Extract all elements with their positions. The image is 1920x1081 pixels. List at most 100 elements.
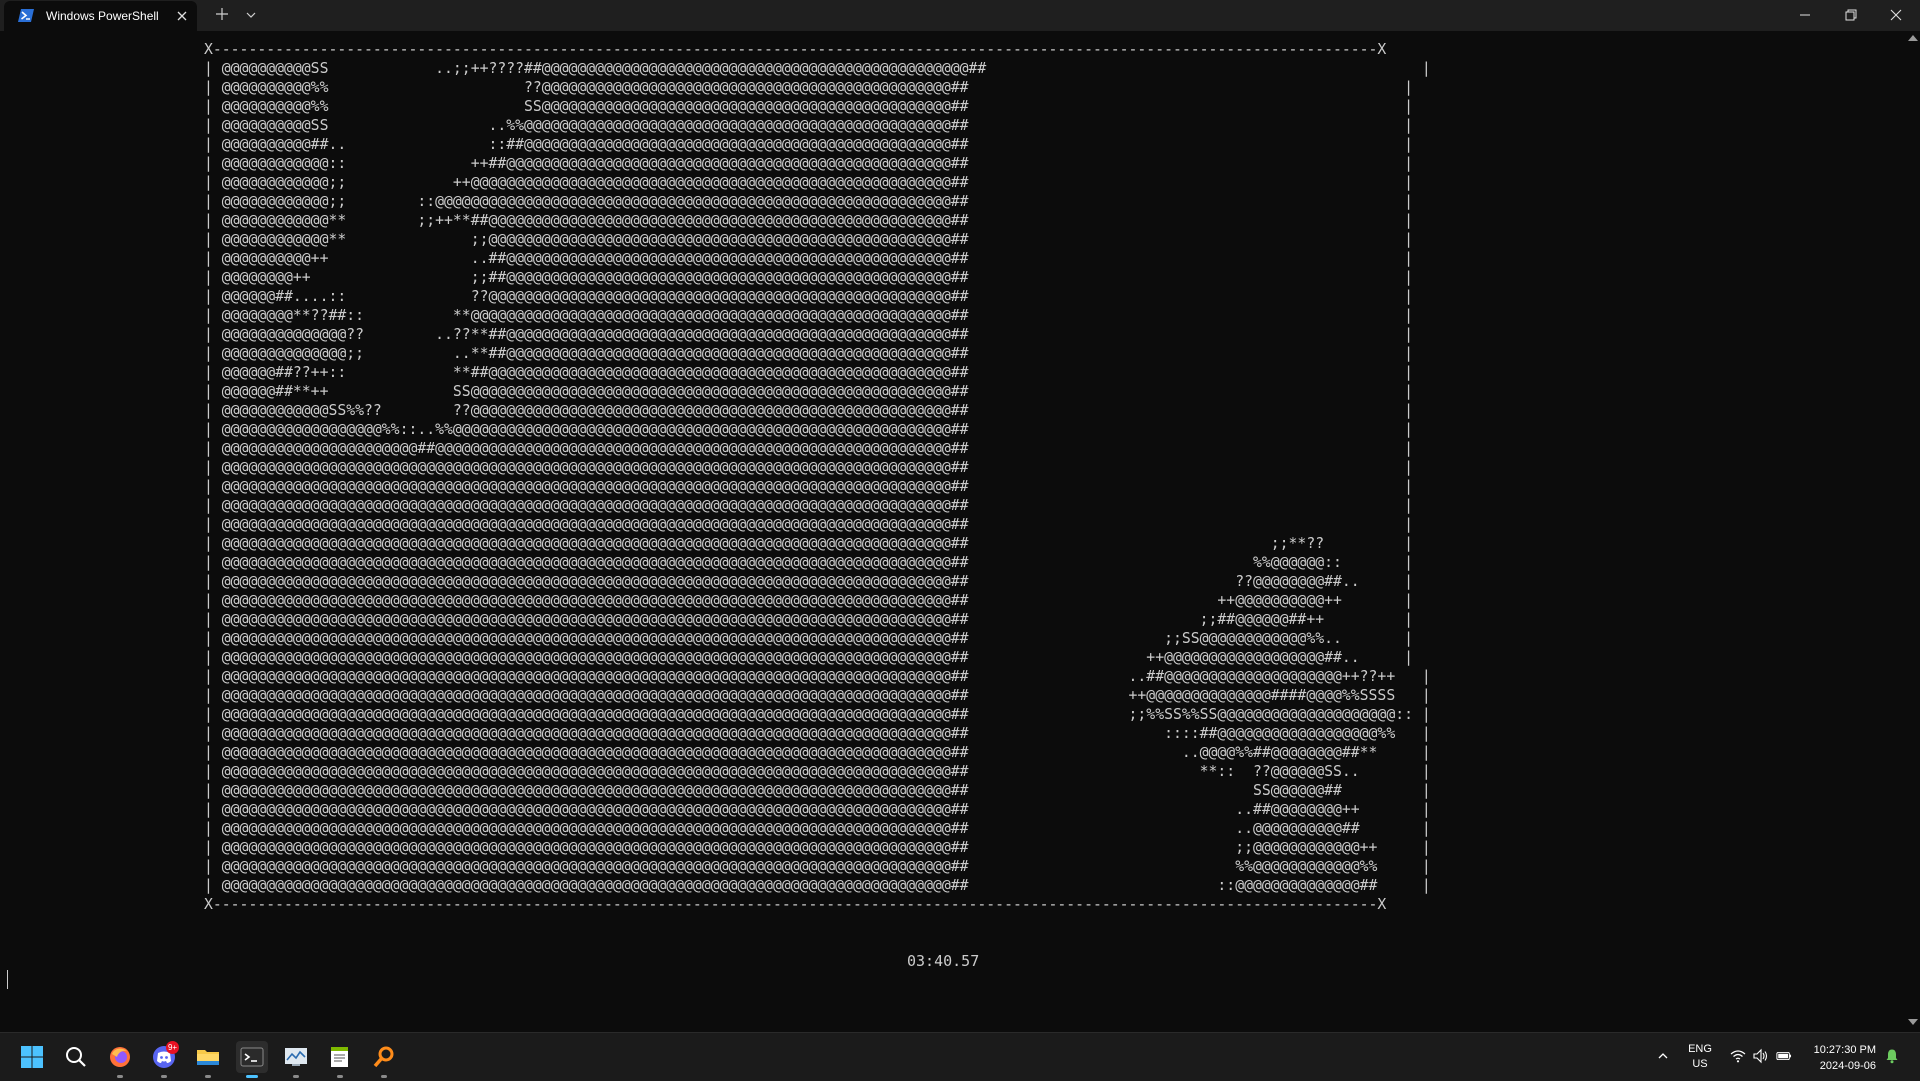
taskbar-file-explorer[interactable] bbox=[192, 1041, 224, 1078]
ascii-line: | @@@@@@@@@@@@@@@@@@@@@@@@@@@@@@@@@@@@@@… bbox=[204, 801, 1431, 818]
ascii-line: X---------------------------------------… bbox=[204, 41, 1387, 58]
clock-time: 10:27:30 PM bbox=[1813, 1044, 1876, 1056]
ascii-line: | @@@@@@@@@@@@@@@@@@@@@@##@@@@@@@@@@@@@@… bbox=[204, 440, 1413, 457]
input-language-indicator[interactable]: ENG US bbox=[1688, 1042, 1712, 1072]
ascii-line: | @@@@@@@@@@@@@@@@@@@@@@@@@@@@@@@@@@@@@@… bbox=[204, 858, 1431, 875]
folder-icon bbox=[197, 1050, 219, 1065]
ascii-line: | @@@@@@@@@@@@;; ::@@@@@@@@@@@@@@@@@@@@@… bbox=[204, 193, 1413, 210]
language-code: ENG bbox=[1688, 1043, 1712, 1055]
ascii-line: | @@@@@@@@**??##:: **@@@@@@@@@@@@@@@@@@@… bbox=[204, 307, 1413, 324]
ascii-line: | @@@@@@@@@@@@@@@@@@@@@@@@@@@@@@@@@@@@@@… bbox=[204, 839, 1431, 856]
ascii-line: | @@@@@@@@@@@@@@@@@@@@@@@@@@@@@@@@@@@@@@… bbox=[204, 573, 1413, 590]
ascii-line: | @@@@@@@@@@@@@@@@@@@@@@@@@@@@@@@@@@@@@@… bbox=[204, 554, 1413, 571]
elapsed-timer: 03:40.57 bbox=[907, 952, 980, 970]
battery-icon[interactable] bbox=[1776, 1048, 1792, 1064]
start-button[interactable] bbox=[16, 1041, 48, 1073]
ascii-line: | @@@@@@@@@@@@@@@@@@@@@@@@@@@@@@@@@@@@@@… bbox=[204, 782, 1431, 799]
close-window-icon[interactable] bbox=[1888, 7, 1904, 23]
ascii-line: | @@@@@@@@@@@@SS%%?? ??@@@@@@@@@@@@@@@@@… bbox=[204, 402, 1413, 419]
ascii-line: | @@@@@@@@@@%% ??@@@@@@@@@@@@@@@@@@@@@@@… bbox=[204, 79, 1413, 96]
clock[interactable]: 10:27:30 PM 2024-09-06 bbox=[1806, 1042, 1876, 1074]
ascii-art-frame: X---------------------------------------… bbox=[204, 40, 1431, 914]
ascii-line: | @@@@@@@@@@@@@@@@@@@@@@@@@@@@@@@@@@@@@@… bbox=[204, 478, 1413, 495]
ascii-line: | @@@@@@@@@@@@@@@@@@%%::..%%@@@@@@@@@@@@… bbox=[204, 421, 1413, 438]
tab-windows-powershell[interactable]: Windows PowerShell bbox=[4, 1, 197, 31]
ascii-line: | @@@@@@@@@@@@@@@@@@@@@@@@@@@@@@@@@@@@@@… bbox=[204, 649, 1413, 666]
taskbar-firefox[interactable] bbox=[104, 1041, 136, 1078]
ascii-line: | @@@@@@@@@@@@** ;;@@@@@@@@@@@@@@@@@@@@@… bbox=[204, 231, 1413, 248]
tab-title: Windows PowerShell bbox=[46, 9, 159, 23]
taskbar-discord[interactable]: 9+ bbox=[148, 1041, 180, 1078]
ascii-line: | @@@@@@@@@@@@@@@@@@@@@@@@@@@@@@@@@@@@@@… bbox=[204, 725, 1431, 742]
keyboard-layout: US bbox=[1692, 1058, 1708, 1070]
ascii-line: | @@@@@@@@@@##.. ::##@@@@@@@@@@@@@@@@@@@… bbox=[204, 136, 1413, 153]
monitor-chart-icon bbox=[285, 1048, 307, 1066]
text-cursor bbox=[7, 970, 8, 989]
clock-date: 2024-09-06 bbox=[1819, 1060, 1876, 1072]
volume-icon[interactable] bbox=[1752, 1048, 1768, 1064]
ascii-line: | @@@@@@@@@@@@;; ++@@@@@@@@@@@@@@@@@@@@@… bbox=[204, 174, 1413, 191]
ascii-line: | @@@@@@@@@@@@@@@@@@@@@@@@@@@@@@@@@@@@@@… bbox=[204, 877, 1431, 894]
running-indicator bbox=[161, 1075, 167, 1078]
ascii-line: | @@@@@@@@@@@@@@;; ..**##@@@@@@@@@@@@@@@… bbox=[204, 345, 1413, 362]
ascii-line: | @@@@@@@@@@++ ..##@@@@@@@@@@@@@@@@@@@@@… bbox=[204, 250, 1413, 267]
ascii-line: | @@@@@@@@@@@@@@@@@@@@@@@@@@@@@@@@@@@@@@… bbox=[204, 706, 1431, 723]
ascii-line: | @@@@@@@@@@@@@@@@@@@@@@@@@@@@@@@@@@@@@@… bbox=[204, 611, 1413, 628]
firefox-icon bbox=[110, 1047, 130, 1067]
ascii-line: | @@@@@@@@++ ;;##@@@@@@@@@@@@@@@@@@@@@@@… bbox=[204, 269, 1413, 286]
ascii-line: | @@@@@@@@@@@@@@@@@@@@@@@@@@@@@@@@@@@@@@… bbox=[204, 763, 1431, 780]
running-indicator bbox=[337, 1075, 343, 1078]
ascii-line: | @@@@@@@@@@@@@@?? ..??**##@@@@@@@@@@@@@… bbox=[204, 326, 1413, 343]
search-icon bbox=[66, 1047, 86, 1067]
ascii-line: | @@@@@@@@@@@@@@@@@@@@@@@@@@@@@@@@@@@@@@… bbox=[204, 668, 1431, 685]
ascii-line: | @@@@@@@@@@@@@@@@@@@@@@@@@@@@@@@@@@@@@@… bbox=[204, 687, 1431, 704]
notification-bell-icon[interactable] bbox=[1884, 1048, 1900, 1064]
ascii-line: | @@@@@@##**++ SS@@@@@@@@@@@@@@@@@@@@@@@… bbox=[204, 383, 1413, 400]
scroll-up-arrow-icon[interactable] bbox=[1908, 35, 1918, 41]
magnifier-orange-icon bbox=[373, 1046, 394, 1068]
ascii-line: | @@@@@@@@@@%% SS@@@@@@@@@@@@@@@@@@@@@@@… bbox=[204, 98, 1413, 115]
running-indicator bbox=[293, 1075, 299, 1078]
ascii-line: | @@@@@@@@@@@@:: ++##@@@@@@@@@@@@@@@@@@@… bbox=[204, 155, 1413, 172]
ascii-line: | @@@@@@@@@@@@@@@@@@@@@@@@@@@@@@@@@@@@@@… bbox=[204, 535, 1413, 552]
search-button[interactable] bbox=[60, 1041, 92, 1073]
ascii-line: | @@@@@@##....:: ??@@@@@@@@@@@@@@@@@@@@@… bbox=[204, 288, 1413, 305]
ascii-line: X---------------------------------------… bbox=[204, 896, 1387, 913]
powershell-icon bbox=[18, 9, 34, 22]
restore-icon[interactable] bbox=[1843, 7, 1859, 23]
taskbar-terminal[interactable] bbox=[236, 1041, 268, 1078]
taskbar-notepad[interactable] bbox=[324, 1041, 356, 1078]
ascii-line: | @@@@@@@@@@@@@@@@@@@@@@@@@@@@@@@@@@@@@@… bbox=[204, 459, 1413, 476]
running-indicator bbox=[117, 1075, 123, 1078]
taskbar-resource-monitor[interactable] bbox=[280, 1041, 312, 1078]
active-indicator bbox=[246, 1075, 258, 1078]
ascii-line: | @@@@@@@@@@SS ..;;++????##@@@@@@@@@@@@@… bbox=[204, 60, 1431, 77]
taskbar-search-tool[interactable] bbox=[368, 1041, 400, 1078]
ascii-line: | @@@@@@@@@@SS ..%%@@@@@@@@@@@@@@@@@@@@@… bbox=[204, 117, 1413, 134]
ascii-line: | @@@@@@@@@@@@@@@@@@@@@@@@@@@@@@@@@@@@@@… bbox=[204, 820, 1431, 837]
running-indicator bbox=[381, 1075, 387, 1078]
ascii-line: | @@@@@@##??++:: **##@@@@@@@@@@@@@@@@@@@… bbox=[204, 364, 1413, 381]
ascii-line: | @@@@@@@@@@@@@@@@@@@@@@@@@@@@@@@@@@@@@@… bbox=[204, 516, 1413, 533]
ascii-line: | @@@@@@@@@@@@@@@@@@@@@@@@@@@@@@@@@@@@@@… bbox=[204, 592, 1413, 609]
new-tab-plus-icon[interactable] bbox=[214, 6, 230, 22]
terminal-output[interactable]: X---------------------------------------… bbox=[0, 31, 1904, 1032]
notification-badge: 9+ bbox=[166, 1041, 179, 1054]
ascii-line: | @@@@@@@@@@@@@@@@@@@@@@@@@@@@@@@@@@@@@@… bbox=[204, 630, 1413, 647]
running-indicator bbox=[205, 1075, 211, 1078]
scrollbar[interactable] bbox=[1904, 31, 1920, 1032]
ascii-line: | @@@@@@@@@@@@** ;;++**##@@@@@@@@@@@@@@@… bbox=[204, 212, 1413, 229]
show-hidden-icons-chevron-up-icon[interactable] bbox=[1656, 1049, 1670, 1063]
chevron-down-icon[interactable] bbox=[244, 8, 258, 22]
taskbar: 9+ ENG US 10:27:30 PM 2024-09-06 bbox=[0, 1032, 1920, 1081]
ascii-line: | @@@@@@@@@@@@@@@@@@@@@@@@@@@@@@@@@@@@@@… bbox=[204, 497, 1413, 514]
scroll-down-arrow-icon[interactable] bbox=[1908, 1019, 1918, 1025]
title-bar: Windows PowerShell bbox=[0, 0, 1920, 31]
windows-logo-icon bbox=[21, 1046, 43, 1068]
terminal-icon bbox=[240, 1047, 264, 1067]
ascii-line: | @@@@@@@@@@@@@@@@@@@@@@@@@@@@@@@@@@@@@@… bbox=[204, 744, 1431, 761]
notepad-icon bbox=[331, 1047, 348, 1067]
wifi-icon[interactable] bbox=[1730, 1048, 1746, 1064]
tab-close-icon[interactable] bbox=[175, 9, 189, 23]
minimize-icon[interactable] bbox=[1797, 7, 1813, 23]
